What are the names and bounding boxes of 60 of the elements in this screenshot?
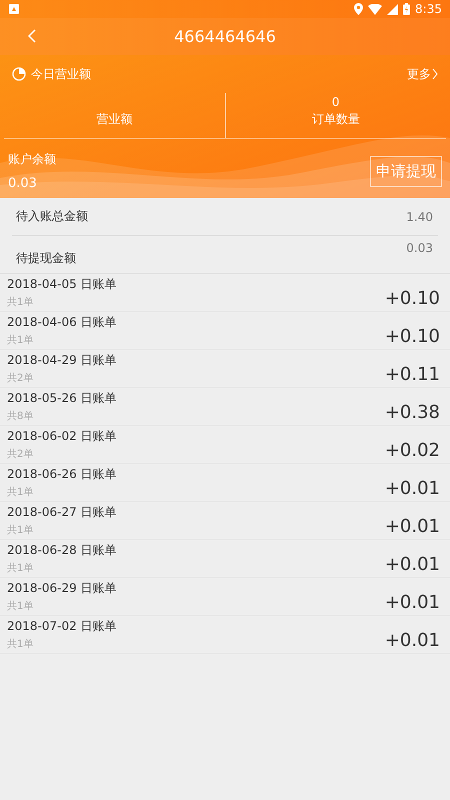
bill-amount: +0.01 (384, 554, 440, 575)
balance-value: 0.03 (8, 176, 38, 191)
bill-row[interactable]: 2018-06-02 日账单 共2单 +0.02 (0, 426, 450, 464)
bill-row[interactable]: 2018-06-29 日账单 共1单 +0.01 (0, 578, 450, 616)
bill-title: 2018-06-27 日账单 (7, 504, 118, 521)
order-count: 共1单 (7, 486, 34, 499)
order-count: 共1单 (7, 600, 34, 613)
bill-row[interactable]: 2018-06-28 日账单 共1单 +0.01 (0, 540, 450, 578)
bill-amount: +0.38 (384, 402, 440, 423)
stat-label: 订单数量 (312, 111, 360, 128)
signal-icon (387, 4, 398, 14)
bill-row[interactable]: 2018-07-02 日账单 共1单 +0.01 (0, 616, 450, 654)
bill-title: 2018-05-26 日账单 (7, 390, 118, 407)
stat-value: 0 (332, 95, 340, 109)
order-count: 共2单 (7, 372, 34, 385)
bill-row[interactable]: 2018-04-05 日账单 共1单 +0.10 (0, 274, 450, 312)
bill-amount: +0.10 (384, 288, 440, 309)
bill-amount: +0.01 (384, 516, 440, 537)
page-title: 4664464646 (174, 27, 276, 46)
bill-amount: +0.02 (384, 440, 440, 461)
location-icon (354, 3, 364, 15)
bill-amount: +0.11 (384, 364, 440, 385)
order-count: 共1单 (7, 524, 34, 537)
bill-amount: +0.01 (384, 630, 440, 651)
balance-label: 账户余额 (8, 151, 57, 168)
wifi-icon (368, 4, 382, 14)
order-count: 共8单 (7, 410, 34, 423)
bill-row[interactable]: 2018-04-06 日账单 共1单 +0.10 (0, 312, 450, 350)
pie-chart-icon (12, 67, 26, 81)
order-count: 共1单 (7, 296, 34, 309)
order-count: 共1单 (7, 334, 34, 347)
bill-title: 2018-07-02 日账单 (7, 618, 118, 635)
bill-title: 2018-06-02 日账单 (7, 428, 118, 445)
notification-icon (9, 4, 19, 14)
bill-row[interactable]: 2018-04-29 日账单 共2单 +0.11 (0, 350, 450, 388)
summary-value: 1.40 (406, 210, 433, 224)
bill-row[interactable]: 2018-06-26 日账单 共1单 +0.01 (0, 464, 450, 502)
order-count: 共1单 (7, 638, 34, 651)
order-count: 共1单 (7, 562, 34, 575)
summary-value: 0.03 (406, 241, 433, 255)
bill-title: 2018-06-28 日账单 (7, 542, 118, 559)
bill-row[interactable]: 2018-05-26 日账单 共8单 +0.38 (0, 388, 450, 426)
status-time: 8:35 (415, 2, 442, 16)
section-title: 今日营业额 (31, 66, 92, 82)
stat-label: 营业额 (96, 111, 132, 128)
summary-label: 待提现金额 (16, 250, 76, 267)
bill-title: 2018-04-05 日账单 (7, 276, 118, 293)
bill-title: 2018-04-06 日账单 (7, 314, 118, 331)
bill-amount: +0.01 (384, 478, 440, 499)
bill-title: 2018-06-29 日账单 (7, 580, 118, 597)
bill-title: 2018-06-26 日账单 (7, 466, 118, 483)
bill-amount: +0.01 (384, 592, 440, 613)
bill-row[interactable]: 2018-06-27 日账单 共1单 +0.01 (0, 502, 450, 540)
order-count: 共2单 (7, 448, 34, 461)
bill-title: 2018-04-29 日账单 (7, 352, 118, 369)
battery-icon (403, 3, 410, 15)
chevron-icon (432, 68, 438, 80)
back-icon[interactable] (28, 29, 36, 43)
bill-amount: +0.10 (384, 326, 440, 347)
summary-label: 待入账总金额 (16, 208, 88, 225)
